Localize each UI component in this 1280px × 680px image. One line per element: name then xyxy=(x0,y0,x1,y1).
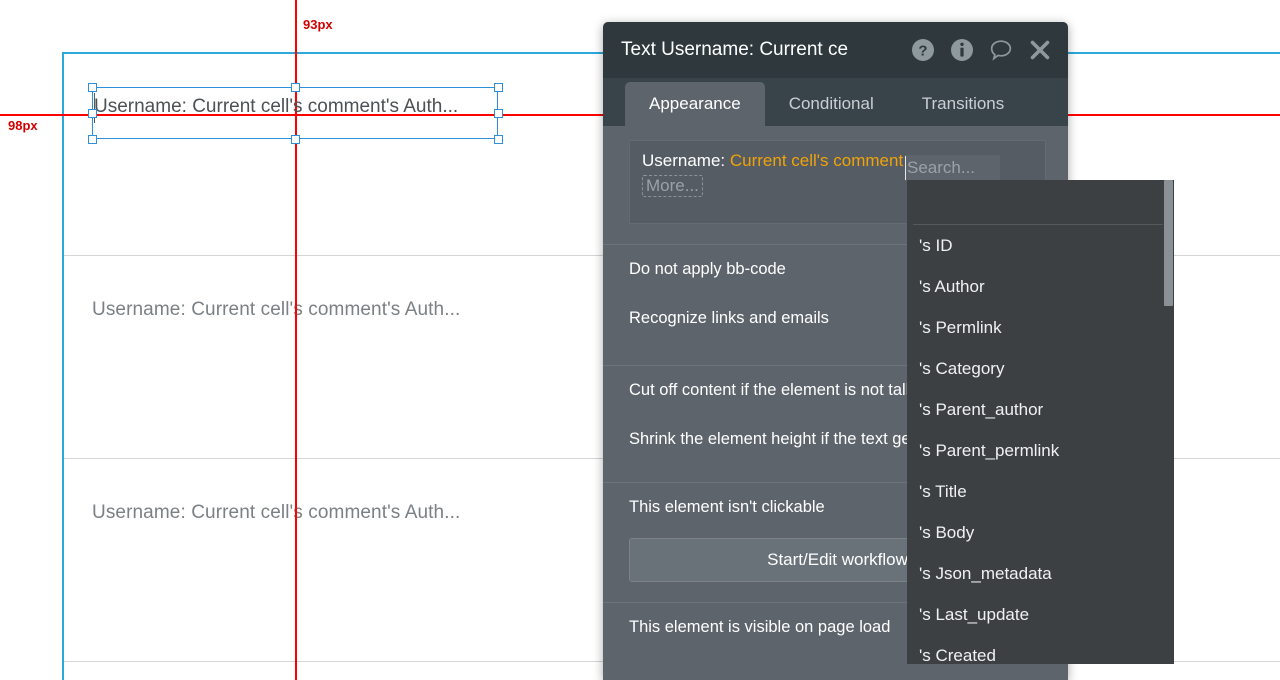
search-caret xyxy=(905,156,906,180)
dropdown-item-author[interactable]: 's Author xyxy=(907,266,1174,307)
dialog-tabs[interactable]: Appearance Conditional Transitions xyxy=(603,78,1068,126)
container-left-border xyxy=(62,52,64,680)
resize-handle-s[interactable] xyxy=(291,135,300,144)
cell-text[interactable]: Username: Current cell's comment's Auth.… xyxy=(92,502,460,524)
dialog-title: Text Username: Current ce xyxy=(621,39,849,60)
dialog-header: Text Username: Current ce ? xyxy=(603,22,1068,78)
selected-element-text: Username: Current cell's comment's Auth.… xyxy=(94,96,459,117)
dropdown-item-permlink[interactable]: 's Permlink xyxy=(907,307,1174,348)
resize-handle-n[interactable] xyxy=(291,83,300,92)
dropdown-item-category[interactable]: 's Category xyxy=(907,348,1174,389)
resize-handle-ne[interactable] xyxy=(494,83,503,92)
option-label: Recognize links and emails xyxy=(629,309,829,327)
tab-appearance[interactable]: Appearance xyxy=(625,82,765,126)
horizontal-guide-label: 98px xyxy=(8,118,38,133)
dropdown-blank-row xyxy=(907,180,1174,224)
editor-dynamic-token[interactable]: Current cell's comment xyxy=(730,151,903,170)
resize-handle-e[interactable] xyxy=(494,109,503,118)
option-label: This element isn't clickable xyxy=(629,498,825,516)
dropdown-item-id[interactable]: 's ID xyxy=(907,225,1174,266)
cell-text[interactable]: Username: Current cell's comment's Auth.… xyxy=(92,299,460,321)
more-chip[interactable]: More... xyxy=(642,175,703,197)
svg-text:?: ? xyxy=(918,43,927,60)
dropdown-item-title[interactable]: 's Title xyxy=(907,471,1174,512)
vertical-guide-label: 93px xyxy=(303,17,333,32)
resize-handle-sw[interactable] xyxy=(88,135,97,144)
search-input[interactable]: Search... xyxy=(905,155,1000,181)
dropdown-item-parent-author[interactable]: 's Parent_author xyxy=(907,389,1174,430)
resize-handle-se[interactable] xyxy=(494,135,503,144)
resize-handle-nw[interactable] xyxy=(88,83,97,92)
close-icon[interactable] xyxy=(1028,38,1052,62)
dropdown-item-body[interactable]: 's Body xyxy=(907,512,1174,553)
dialog-header-icons: ? xyxy=(911,38,1052,62)
editor-static-text: Username: xyxy=(642,151,730,170)
option-label: Do not apply bb-code xyxy=(629,260,786,278)
dropdown-item-last-update[interactable]: 's Last_update xyxy=(907,594,1174,635)
comment-icon[interactable] xyxy=(989,38,1013,62)
dropdown-scrollbar-thumb[interactable] xyxy=(1164,180,1173,306)
tab-conditional[interactable]: Conditional xyxy=(765,82,898,126)
help-icon[interactable]: ? xyxy=(911,38,935,62)
info-icon[interactable] xyxy=(950,38,974,62)
resize-handle-w[interactable] xyxy=(88,109,97,118)
dropdown-scrollbar-track[interactable] xyxy=(1163,180,1174,664)
text-caret xyxy=(94,93,95,123)
dynamic-data-dropdown[interactable]: 's ID 's Author 's Permlink 's Category … xyxy=(907,180,1174,664)
tab-transitions[interactable]: Transitions xyxy=(898,82,1029,126)
dropdown-item-created[interactable]: 's Created xyxy=(907,635,1174,664)
option-label: This element is visible on page load xyxy=(629,618,891,636)
dropdown-item-parent-permlink[interactable]: 's Parent_permlink xyxy=(907,430,1174,471)
dropdown-item-json-metadata[interactable]: 's Json_metadata xyxy=(907,553,1174,594)
